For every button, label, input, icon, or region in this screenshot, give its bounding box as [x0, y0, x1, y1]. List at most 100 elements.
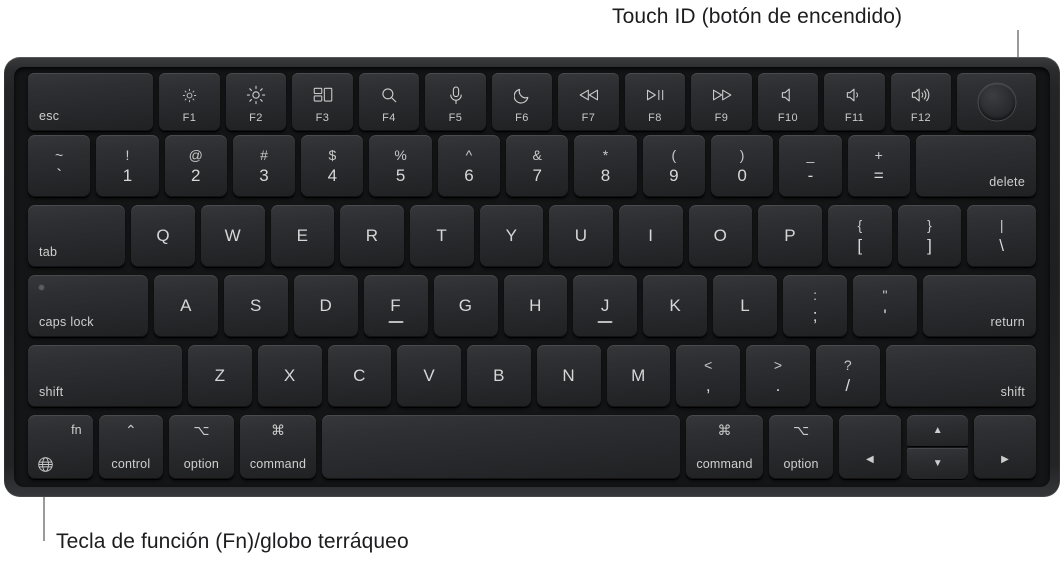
key-f6-do-not-disturb[interactable]: F6: [491, 73, 553, 131]
key-digit-5[interactable]: % 5: [369, 135, 432, 197]
key-period[interactable]: >.: [746, 345, 810, 407]
key-letter-h[interactable]: H: [503, 275, 568, 337]
key-arrow-up[interactable]: ▲: [906, 415, 969, 446]
key-slash[interactable]: ? /: [815, 345, 880, 407]
key-delete[interactable]: delete: [915, 135, 1037, 197]
key-legend-lower: 5: [395, 166, 406, 185]
rewind-icon: [558, 85, 619, 105]
key-letter-p[interactable]: P: [758, 205, 822, 267]
key-digit-9[interactable]: (9: [642, 135, 705, 197]
key-label-fn: fn: [71, 423, 82, 437]
key-legend-lower: \: [999, 236, 1004, 255]
key-legend-upper: &: [532, 147, 542, 163]
key-digit-6[interactable]: ^ 6: [437, 135, 501, 197]
key-legend: S: [250, 296, 262, 315]
keyboard-row-modifiers: fn ⌃ control ⌥ option ⌘ command ⌘ comman…: [25, 415, 1039, 479]
key-label-control: control: [111, 457, 151, 471]
key-legend-upper: :: [813, 287, 818, 303]
key-letter-o[interactable]: O: [688, 205, 753, 267]
key-f1-brightness-down[interactable]: F1: [159, 73, 220, 131]
key-letter-q[interactable]: Q: [131, 205, 196, 267]
key-equal[interactable]: + =: [847, 135, 910, 197]
key-letter-v[interactable]: V: [397, 345, 462, 407]
key-arrow-left[interactable]: ◀: [839, 415, 901, 479]
home-position-bar-icon: [388, 321, 404, 323]
key-control-left[interactable]: ⌃ control: [98, 415, 164, 479]
key-hyphen[interactable]: _ -: [779, 135, 842, 197]
key-letter-b[interactable]: B: [467, 345, 531, 407]
key-digit-1[interactable]: ! 1: [96, 135, 159, 197]
home-position-bar-icon: [597, 321, 613, 323]
key-legend-upper: }: [927, 217, 932, 233]
key-semicolon[interactable]: :;: [783, 275, 848, 337]
key-option-left[interactable]: ⌥ option: [169, 415, 234, 479]
key-f10-mute[interactable]: F10: [757, 73, 819, 131]
key-letter-l[interactable]: L: [713, 275, 778, 337]
key-digit-7[interactable]: & 7: [506, 135, 569, 197]
key-command-left[interactable]: ⌘ command: [239, 415, 317, 479]
key-return[interactable]: return: [922, 275, 1036, 337]
key-f9-fast-forward[interactable]: F9: [691, 73, 752, 131]
key-escape[interactable]: esc: [28, 73, 154, 131]
key-letter-d[interactable]: D: [293, 275, 358, 337]
key-digit-4[interactable]: $4: [301, 135, 364, 197]
key-f2-brightness-up[interactable]: F2: [225, 73, 287, 131]
key-f8-play-pause[interactable]: F8: [624, 73, 686, 131]
key-arrow-right[interactable]: ▶: [974, 415, 1036, 479]
key-letter-y[interactable]: Y: [479, 205, 544, 267]
key-touch-id-power-button[interactable]: [957, 73, 1036, 131]
key-letter-m[interactable]: M: [606, 345, 671, 407]
key-letter-g[interactable]: G: [433, 275, 498, 337]
key-caps-lock[interactable]: caps lock: [28, 275, 149, 337]
volume-mute-icon: [758, 85, 819, 105]
key-digit-8[interactable]: * 8: [574, 135, 637, 197]
key-f5-dictation[interactable]: F5: [425, 73, 486, 131]
key-letter-f[interactable]: F: [363, 275, 428, 337]
key-bracket-left[interactable]: {[: [827, 205, 892, 267]
key-letter-t[interactable]: T: [410, 205, 474, 267]
key-backslash[interactable]: | \: [967, 205, 1037, 267]
key-digit-0[interactable]: ) 0: [710, 135, 774, 197]
key-letter-a[interactable]: A: [154, 275, 218, 337]
key-letter-w[interactable]: W: [201, 205, 265, 267]
key-shift-right[interactable]: shift: [885, 345, 1036, 407]
key-digit-2[interactable]: @2: [164, 135, 227, 197]
key-f7-rewind[interactable]: F7: [558, 73, 619, 131]
key-letter-j[interactable]: J: [573, 275, 638, 337]
key-legend-lower: ': [883, 306, 887, 325]
key-letter-k[interactable]: K: [643, 275, 708, 337]
key-label-f10: F10: [777, 112, 799, 124]
key-f4-spotlight[interactable]: F4: [358, 73, 420, 131]
key-comma[interactable]: <,: [676, 345, 741, 407]
key-letter-c[interactable]: C: [327, 345, 392, 407]
key-arrow-down[interactable]: ▼: [906, 448, 969, 479]
key-f3-mission-control[interactable]: F3: [292, 73, 353, 131]
key-legend: Y: [505, 226, 518, 245]
key-option-right[interactable]: ⌥ option: [768, 415, 834, 479]
key-letter-s[interactable]: S: [224, 275, 288, 337]
key-label-option: option: [183, 457, 220, 471]
key-f11-volume-down[interactable]: F11: [824, 73, 885, 131]
key-letter-n[interactable]: N: [536, 345, 601, 407]
key-shift-left[interactable]: shift: [28, 345, 183, 407]
key-fn-globe[interactable]: fn: [28, 415, 93, 479]
key-letter-r[interactable]: R: [340, 205, 405, 267]
key-letter-u[interactable]: U: [549, 205, 613, 267]
key-quote[interactable]: " ': [853, 275, 917, 337]
key-letter-z[interactable]: Z: [188, 345, 252, 407]
key-label-shift-right: shift: [1000, 385, 1025, 399]
key-legend-upper: %: [394, 147, 407, 163]
globe-icon: [37, 456, 54, 473]
key-tab[interactable]: tab: [28, 205, 126, 267]
key-letter-i[interactable]: I: [618, 205, 683, 267]
key-digit-3[interactable]: #3: [232, 135, 296, 197]
key-bracket-right[interactable]: }]: [897, 205, 962, 267]
key-command-right[interactable]: ⌘ command: [686, 415, 763, 479]
key-legend-upper: ~: [55, 147, 64, 163]
key-legend-upper: <: [704, 357, 713, 373]
key-f12-volume-up[interactable]: F12: [890, 73, 952, 131]
key-grave[interactable]: ~ `: [28, 135, 91, 197]
key-letter-e[interactable]: E: [270, 205, 335, 267]
key-space[interactable]: [322, 415, 681, 479]
key-letter-x[interactable]: X: [257, 345, 322, 407]
